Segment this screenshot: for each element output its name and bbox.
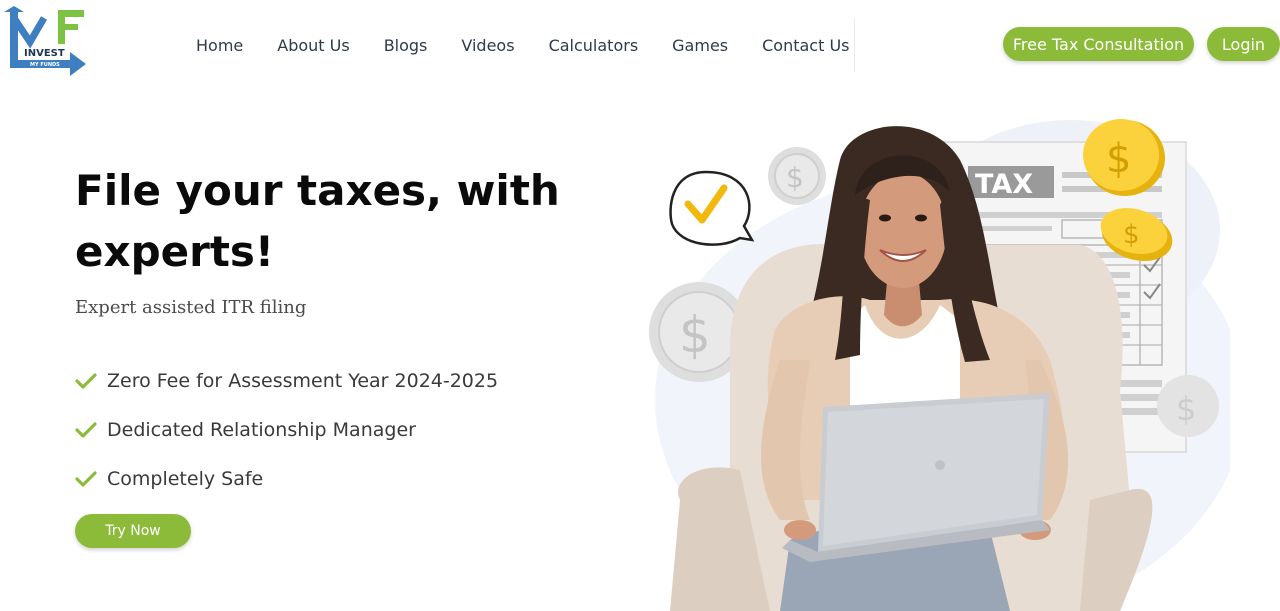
logo-text: INVEST (24, 48, 65, 59)
nav-home[interactable]: Home (196, 36, 243, 55)
dollar-coin-icon: $ (786, 161, 804, 194)
check-icon (75, 421, 97, 438)
login-button[interactable]: Login (1207, 27, 1280, 61)
tax-label: TAX (975, 169, 1033, 200)
grey-coin: $ (1157, 375, 1219, 437)
dollar-coin-icon: $ (1176, 390, 1196, 428)
check-icon (75, 470, 97, 487)
nav-about-us[interactable]: About Us (277, 36, 349, 55)
feature-list: Zero Fee for Assessment Year 2024-2025 D… (75, 356, 498, 503)
feature-item: Zero Fee for Assessment Year 2024-2025 (75, 356, 498, 405)
dollar-coin-icon: $ (1106, 136, 1131, 182)
feature-text: Zero Fee for Assessment Year 2024-2025 (107, 369, 499, 392)
hero-subtitle: Expert assisted ITR filing (75, 297, 307, 318)
site-header: INVEST MY FUNDS Home About Us Blogs Vide… (0, 0, 1280, 90)
feature-text: Dedicated Relationship Manager (107, 418, 416, 441)
nav-games[interactable]: Games (672, 36, 728, 55)
nav-blogs[interactable]: Blogs (384, 36, 428, 55)
feature-text: Completely Safe (107, 467, 264, 490)
logo-subtext: MY FUNDS (30, 62, 60, 68)
nav-divider (854, 18, 855, 72)
feature-item: Dedicated Relationship Manager (75, 405, 498, 454)
invest-my-funds-logo[interactable]: INVEST MY FUNDS (0, 4, 92, 84)
free-tax-consultation-button[interactable]: Free Tax Consultation (1003, 27, 1194, 61)
dollar-coin-icon: $ (1123, 220, 1140, 250)
feature-item: Completely Safe (75, 454, 498, 503)
nav-calculators[interactable]: Calculators (549, 36, 639, 55)
check-icon (75, 372, 97, 389)
nav-contact-us[interactable]: Contact Us (762, 36, 849, 55)
grey-coin: $ (768, 147, 826, 205)
main-nav: Home About Us Blogs Videos Calculators G… (196, 36, 884, 55)
hero-title: File your taxes, with experts! (75, 166, 560, 276)
try-now-button[interactable]: Try Now (75, 514, 191, 548)
dollar-coin-icon: $ (679, 306, 711, 364)
nav-videos[interactable]: Videos (461, 36, 514, 55)
speech-bubble-check-icon (669, 170, 755, 246)
tax-filing-illustration: TAX $ $ $ $ $ (649, 119, 1230, 611)
